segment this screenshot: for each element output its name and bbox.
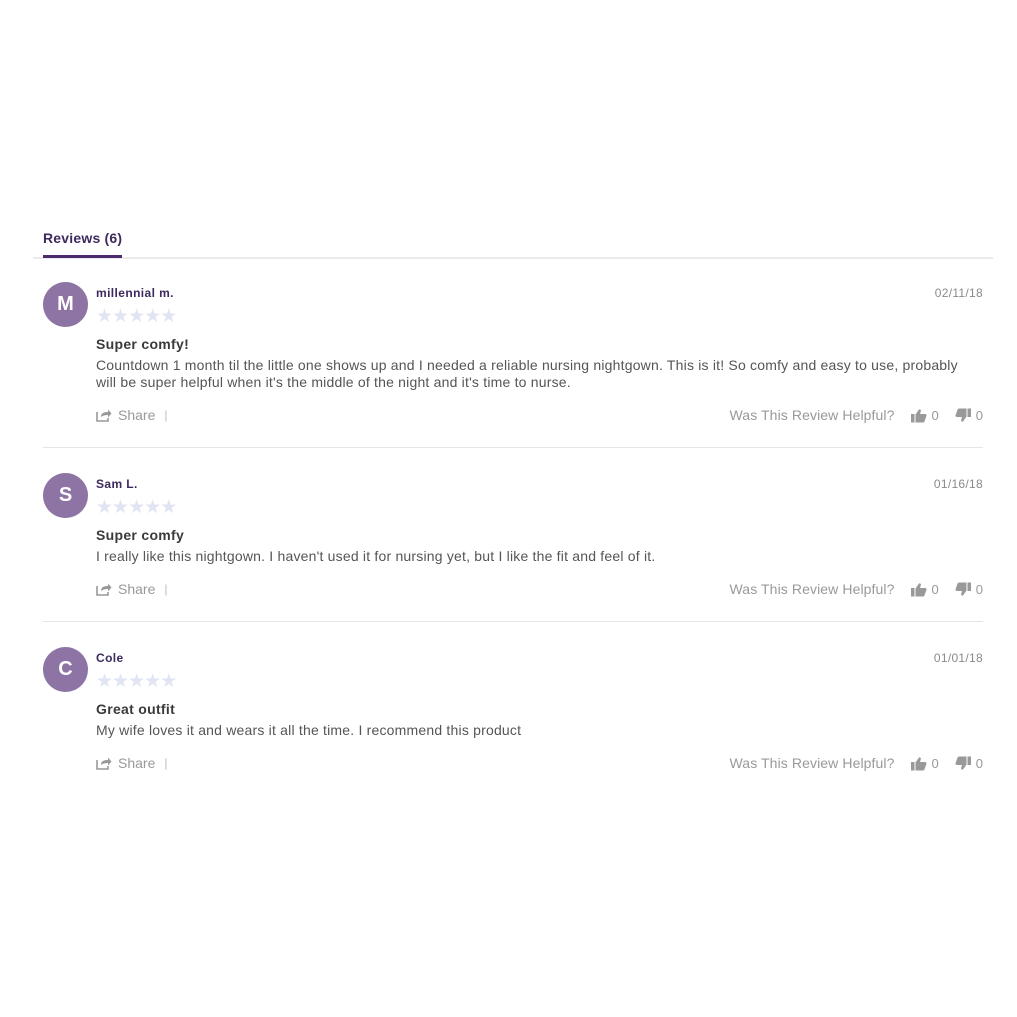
thumbs-up-button[interactable]: 0 <box>910 755 939 771</box>
star-icon: ★ <box>144 671 162 692</box>
review-body: I really like this nightgown. I haven't … <box>96 548 656 564</box>
divider: | <box>164 408 168 422</box>
review-date: 02/11/18 <box>934 286 983 300</box>
star-icon: ★ <box>128 306 146 327</box>
review-title: Super comfy! <box>96 336 190 352</box>
thumbs-up-icon <box>910 408 927 422</box>
review-tabs: Reviews (6) <box>33 226 993 259</box>
share-icon <box>96 757 112 770</box>
review-body: My wife loves it and wears it all the ti… <box>96 722 522 738</box>
helpful-label: Was This Review Helpful? <box>729 755 895 771</box>
star-icon: ★ <box>160 497 178 518</box>
helpful-no-count: 0 <box>975 581 983 597</box>
helpful-no-count: 0 <box>975 755 983 771</box>
review-footer: Share | Was This Review Helpful? 0 0 <box>96 755 983 773</box>
star-icon: ★ <box>160 671 178 692</box>
star-icon: ★ <box>112 671 130 692</box>
star-rating: ★★★★★ <box>96 306 178 327</box>
helpful-yes-count: 0 <box>931 407 939 423</box>
helpful-label: Was This Review Helpful? <box>729 407 895 423</box>
thumbs-down-icon <box>955 408 971 422</box>
star-icon: ★ <box>128 671 146 692</box>
star-icon: ★ <box>144 497 162 518</box>
thumbs-down-button[interactable]: 0 <box>955 756 983 771</box>
star-icon: ★ <box>96 306 114 327</box>
review-body: Countdown 1 month til the little one sho… <box>96 357 958 390</box>
share-button[interactable]: Share | <box>96 581 167 597</box>
review-date: 01/01/18 <box>933 651 983 665</box>
thumbs-up-button[interactable]: 0 <box>910 581 939 597</box>
review-author: millennial m. <box>96 286 174 300</box>
thumbs-down-icon <box>955 582 971 596</box>
thumbs-up-button[interactable]: 0 <box>910 407 939 423</box>
helpful-yes-count: 0 <box>931 755 939 771</box>
share-label: Share <box>118 407 156 423</box>
review-footer: Share | Was This Review Helpful? 0 0 <box>96 407 983 425</box>
star-icon: ★ <box>160 306 178 327</box>
avatar: M <box>43 282 88 327</box>
share-label: Share <box>118 755 156 771</box>
divider: | <box>164 582 168 596</box>
star-rating: ★★★★★ <box>96 671 178 692</box>
thumbs-up-icon <box>910 582 927 596</box>
helpful-section: Was This Review Helpful? 0 0 <box>730 755 983 771</box>
divider: | <box>164 756 168 770</box>
review-item: C Cole 01/01/18 ★★★★★ Great outfit My wi… <box>43 622 983 782</box>
review-title: Super comfy <box>96 527 185 543</box>
review-title: Great outfit <box>96 701 176 717</box>
share-icon <box>96 409 112 422</box>
thumbs-down-button[interactable]: 0 <box>955 408 983 423</box>
review-date: 01/16/18 <box>933 477 983 491</box>
thumbs-down-button[interactable]: 0 <box>955 582 983 597</box>
avatar: S <box>43 473 88 518</box>
review-item: M millennial m. 02/11/18 ★★★★★ Super com… <box>43 257 983 448</box>
share-label: Share <box>118 581 156 597</box>
helpful-no-count: 0 <box>975 407 983 423</box>
star-icon: ★ <box>112 306 130 327</box>
star-rating: ★★★★★ <box>96 497 178 518</box>
thumbs-down-icon <box>955 756 971 770</box>
review-footer: Share | Was This Review Helpful? 0 0 <box>96 581 983 599</box>
star-icon: ★ <box>96 497 114 518</box>
review-item: S Sam L. 01/16/18 ★★★★★ Super comfy I re… <box>43 448 983 622</box>
reviews-list: M millennial m. 02/11/18 ★★★★★ Super com… <box>43 257 983 782</box>
star-icon: ★ <box>128 497 146 518</box>
tab-reviews[interactable]: Reviews (6) <box>43 226 123 258</box>
helpful-label: Was This Review Helpful? <box>729 581 895 597</box>
avatar: C <box>43 647 88 692</box>
helpful-section: Was This Review Helpful? 0 0 <box>730 581 983 597</box>
star-icon: ★ <box>112 497 130 518</box>
star-icon: ★ <box>144 306 162 327</box>
helpful-section: Was This Review Helpful? 0 0 <box>730 407 983 423</box>
share-button[interactable]: Share | <box>96 755 167 771</box>
share-icon <box>96 583 112 596</box>
review-author: Cole <box>96 651 124 665</box>
helpful-yes-count: 0 <box>931 581 939 597</box>
share-button[interactable]: Share | <box>96 407 167 423</box>
thumbs-up-icon <box>910 756 927 770</box>
star-icon: ★ <box>96 671 114 692</box>
review-author: Sam L. <box>96 477 138 491</box>
